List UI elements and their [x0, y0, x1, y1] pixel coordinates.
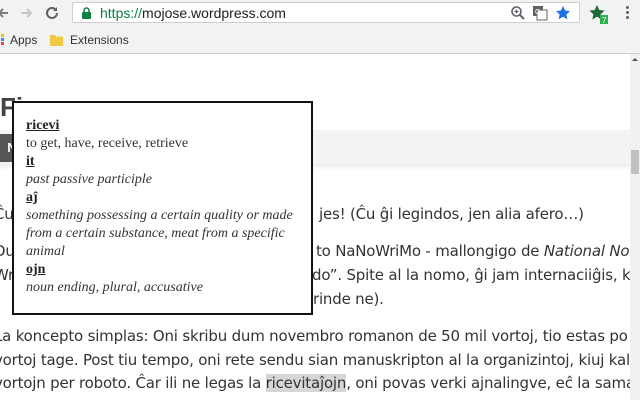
- svg-text:7: 7: [602, 16, 607, 24]
- extension-icon[interactable]: 7: [588, 4, 608, 25]
- content-line: vortojn per roboto. Ĉar ili ne legas la …: [0, 374, 630, 392]
- content-line: do”. Spite al la nomo, ĝi jam internacii…: [312, 266, 630, 284]
- bookmark-apps[interactable]: Apps: [0, 32, 37, 48]
- content-line: La koncepto simplas: Oni skribu dum nove…: [0, 327, 630, 345]
- entry-word: aĵ: [26, 190, 38, 205]
- bookmark-extensions[interactable]: Extensions: [50, 32, 140, 48]
- address-bar[interactable]: https://mojose.wordpress.com G: [72, 2, 580, 23]
- entry-definition: to get, have, receive, retrieve: [26, 136, 189, 151]
- forward-icon[interactable]: [16, 3, 36, 23]
- translate-icon[interactable]: G: [532, 5, 548, 21]
- extension-star-icon: 7: [589, 5, 608, 25]
- browser-toolbar: https://mojose.wordpress.com G 7: [0, 0, 640, 26]
- bookmark-star-icon[interactable]: [555, 5, 571, 21]
- scrollbar[interactable]: [630, 54, 640, 400]
- reload-icon[interactable]: [42, 3, 62, 23]
- scroll-up-arrow-icon[interactable]: [630, 54, 640, 64]
- folder-icon: [50, 35, 63, 46]
- entry-definition: something possessing a certain quality o…: [26, 208, 293, 259]
- content-line: vortoj tage. Post tiu tempo, oni rete se…: [0, 351, 630, 369]
- bookmarks-bar: Apps Extensions: [0, 26, 640, 54]
- content-line: to NaNoWriMo - mallongigo de National No…: [316, 242, 630, 260]
- back-icon[interactable]: [0, 3, 14, 23]
- zoom-icon[interactable]: [510, 5, 526, 21]
- dictionary-popup: ricevi to get, have, receive, retrieve i…: [12, 101, 313, 315]
- scrollbar-thumb[interactable]: [631, 150, 639, 174]
- url-text: https://mojose.wordpress.com: [100, 5, 286, 21]
- content-line: jes! (Ĉu ĝi legindos, jen alia afero…): [319, 205, 584, 223]
- entry-definition: past passive participle: [26, 172, 152, 187]
- lock-icon: [82, 7, 91, 19]
- menu-icon[interactable]: [620, 5, 634, 21]
- entry-word: ricevi: [26, 118, 60, 133]
- entry-word: it: [26, 154, 35, 169]
- entry-definition: noun ending, plural, accusative: [26, 280, 203, 295]
- apps-icon: [1, 34, 4, 45]
- entry-word: ojn: [26, 262, 46, 277]
- highlighted-word[interactable]: ricevitaĵojn: [265, 374, 346, 392]
- svg-text:G: G: [535, 9, 540, 16]
- content-line: rinde ne).: [313, 290, 384, 308]
